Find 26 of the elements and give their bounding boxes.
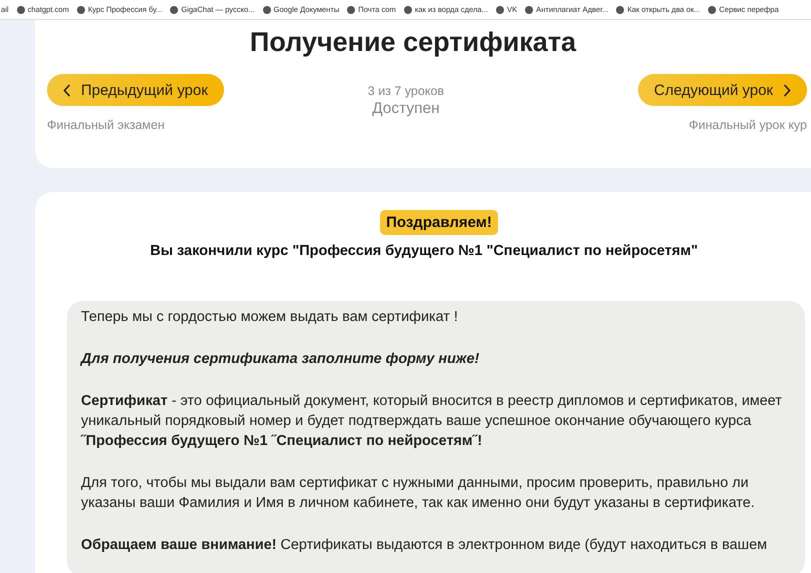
next-lesson-caption: Финальный урок кур	[688, 118, 807, 132]
lesson-status: Доступен	[371, 100, 441, 118]
site-icon	[76, 6, 85, 14]
previous-lesson-caption: Финальный экзамен	[47, 118, 166, 132]
page-title: Получение сертификата	[248, 26, 578, 58]
info-paragraph: Сертификат - это официальный документ, который вносится в реестр дипломов и сертификатов, имеет уникальный порядковый номер и будет подтверждать ваше успешное окончание обучающего курса ˝Профессия будущего №1 ˝Специалист по нейросетям˝!	[81, 392, 783, 451]
site-icon	[404, 6, 412, 14]
info-paragraph: Для получения сертификата заполните форму ниже!	[81, 350, 480, 369]
info-paragraph: Теперь мы с гордостью можем выдать вам сертификат !	[81, 308, 459, 327]
next-lesson-button[interactable]: Следующий урок	[638, 74, 807, 106]
site-icon	[616, 6, 624, 14]
site-icon	[496, 6, 504, 14]
lesson-count-text: 3 из 7 уроков	[368, 84, 444, 98]
site-icon	[347, 6, 356, 14]
previous-lesson-button[interactable]: Предыдущий урок	[47, 74, 224, 106]
course-completed-heading: Вы закончили курс "Профессия будущего №1 "Специалист по нейросетям"	[150, 243, 699, 259]
site-icon	[525, 6, 534, 14]
info-paragraph: Обращаем ваше внимание! Сертификаты выдаются в электронном виде (будут находиться в вашем	[81, 536, 768, 555]
chevron-left-icon	[63, 84, 71, 96]
chevron-right-icon	[783, 84, 791, 96]
site-icon	[262, 6, 271, 14]
site-icon	[708, 6, 716, 14]
congratulations-badge: Поздравляем!	[380, 210, 498, 235]
site-icon	[16, 6, 25, 14]
site-icon	[170, 6, 178, 14]
info-paragraph: Для того, чтобы мы выдали вам сертификат с нужными данными, просим проверить, правильно ли указаны ваши Фамилия и Имя в личном кабинете, так как именно они будут указаны в сертификате.	[81, 474, 756, 513]
